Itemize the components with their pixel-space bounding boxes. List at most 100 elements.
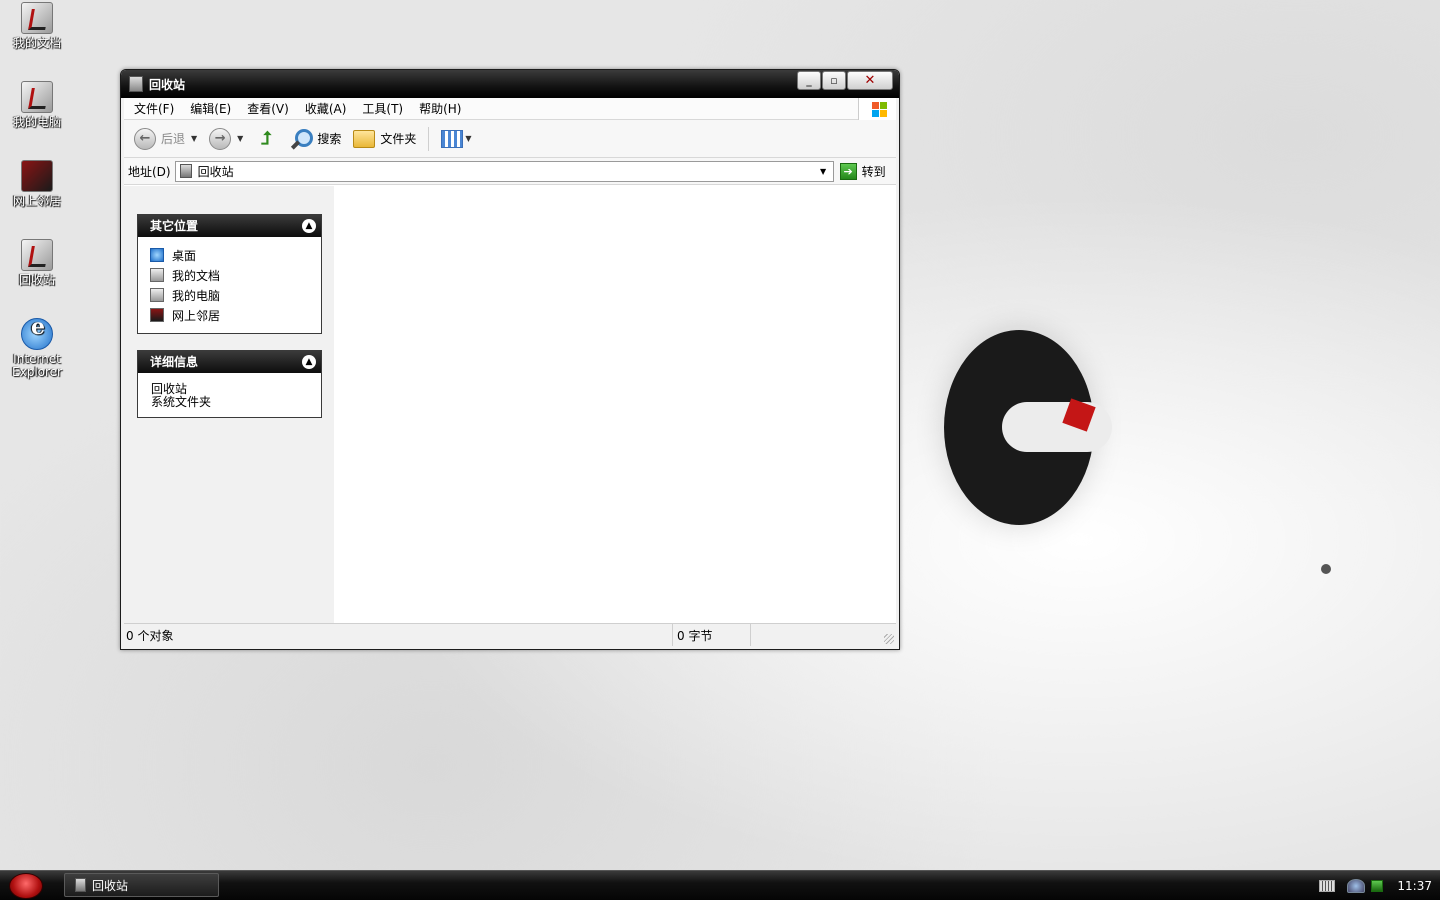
link-label: 网上邻居 (172, 308, 221, 323)
details-panel: 详细信息 ▲ 回收站 系统文件夹 (137, 350, 322, 418)
folders-label: 文件夹 (380, 132, 417, 146)
restore-button[interactable]: ▫ (822, 71, 846, 90)
resize-grip[interactable] (884, 634, 894, 644)
system-tray: 11:37 (1319, 871, 1440, 900)
taskbar: 回收站 11:37 (0, 870, 1440, 900)
keyboard-icon[interactable] (1319, 880, 1336, 892)
recycle-bin-icon (75, 878, 86, 892)
up-folder-icon: ⮥ (261, 127, 272, 149)
computer-icon (150, 288, 164, 302)
address-label: 地址(D) (128, 164, 171, 179)
chevron-down-icon[interactable]: ▼ (816, 163, 831, 180)
internet-explorer-icon (21, 318, 53, 350)
chevron-down-icon[interactable]: ▼ (237, 134, 243, 143)
status-bar: 0 个对象 0 字节 (124, 623, 896, 646)
forward-arrow-icon: → (209, 127, 232, 150)
details-type: 系统文件夹 (151, 395, 212, 409)
status-size: 0 字节 (673, 624, 751, 646)
menu-tools[interactable]: 工具(T) (354, 100, 411, 117)
desktop-icon-label: 我的电脑 (12, 115, 61, 129)
desktop-icon-internet-explorer[interactable]: Internet Explorer (6, 318, 68, 379)
link-label: 我的电脑 (172, 288, 221, 303)
back-arrow-icon: ← (134, 127, 156, 150)
folder-icon (353, 129, 376, 148)
recycle-bin-icon (21, 239, 53, 271)
details-body: 回收站 系统文件夹 (138, 373, 321, 417)
desktop-icon (150, 248, 164, 262)
status-object-count: 0 个对象 (124, 624, 673, 646)
back-button[interactable]: ← 后退 ▼ (134, 127, 197, 150)
network-icon (150, 308, 164, 322)
task-pane: 其它位置 ▲ 桌面 我的文档 我的电脑 网上邻居 详细信息 ▲ 回收站 系统文件… (124, 186, 334, 623)
computer-icon (21, 81, 53, 113)
other-places-header[interactable]: 其它位置 ▲ (138, 215, 321, 237)
details-header[interactable]: 详细信息 ▲ (138, 351, 321, 373)
window-title: 回收站 (149, 77, 186, 92)
folders-button[interactable]: 文件夹 (353, 129, 417, 148)
taskbar-item-recycle-bin[interactable]: 回收站 (64, 873, 219, 897)
toolbar-separator (428, 126, 430, 151)
chevron-down-icon[interactable]: ▼ (191, 134, 197, 143)
link-label: 桌面 (172, 248, 197, 263)
link-desktop[interactable]: 桌面 (150, 245, 309, 265)
go-button[interactable]: ➔ 转到 (839, 162, 886, 180)
address-bar: 地址(D) 回收站 ▼ ➔ 转到 (124, 158, 896, 185)
minimize-button[interactable]: _ (797, 71, 821, 90)
close-button[interactable]: ✕ (847, 71, 893, 90)
recycle-bin-window[interactable]: 回收站 _ ▫ ✕ 文件(F) 编辑(E) 查看(V) 收藏(A) 工具(T) … (120, 69, 900, 650)
address-input[interactable]: 回收站 ▼ (174, 160, 834, 182)
link-my-documents[interactable]: 我的文档 (150, 265, 309, 285)
chevron-up-icon[interactable]: ▲ (302, 355, 316, 369)
desktop-icon-recycle-bin[interactable]: 回收站 (6, 239, 68, 287)
recycle-bin-icon (129, 76, 143, 92)
window-frame: 文件(F) 编辑(E) 查看(V) 收藏(A) 工具(T) 帮助(H) ← 后退… (124, 98, 896, 646)
window-controls: _ ▫ ✕ (796, 71, 893, 90)
desktop-icon-my-computer[interactable]: 我的电脑 (6, 81, 68, 129)
views-button[interactable]: ▼ (435, 129, 472, 148)
menu-favorites[interactable]: 收藏(A) (297, 100, 355, 117)
other-places-title: 其它位置 (150, 219, 199, 233)
search-label: 搜索 (317, 132, 342, 146)
search-button[interactable]: 搜索 (289, 127, 341, 151)
desktop-icon-network[interactable]: 网上邻居 (6, 160, 68, 208)
connection-icon[interactable] (1371, 880, 1384, 892)
desktop-icon-label: Internet Explorer (12, 352, 62, 379)
link-my-computer[interactable]: 我的电脑 (150, 285, 309, 305)
clock[interactable]: 11:37 (1397, 879, 1432, 893)
wallpaper-logo (944, 330, 1112, 525)
menu-view[interactable]: 查看(V) (239, 100, 297, 117)
chevron-up-icon[interactable]: ▲ (302, 219, 316, 233)
details-title: 详细信息 (150, 355, 199, 369)
desktop-icon-my-documents[interactable]: 我的文档 (6, 2, 68, 50)
content-area: 其它位置 ▲ 桌面 我的文档 我的电脑 网上邻居 详细信息 ▲ 回收站 系统文件… (124, 186, 896, 623)
address-value: 回收站 (197, 164, 234, 179)
window-titlebar[interactable]: 回收站 _ ▫ ✕ (121, 70, 899, 98)
network-icon (21, 160, 53, 192)
back-label: 后退 (161, 132, 186, 146)
network-status-icon[interactable] (1347, 879, 1366, 893)
link-label: 我的文档 (172, 268, 221, 283)
go-arrow-icon: ➔ (839, 162, 857, 180)
link-network[interactable]: 网上邻居 (150, 305, 309, 325)
go-label: 转到 (861, 164, 886, 179)
menu-bar: 文件(F) 编辑(E) 查看(V) 收藏(A) 工具(T) 帮助(H) (124, 98, 896, 120)
menu-file[interactable]: 文件(F) (124, 100, 182, 117)
menu-edit[interactable]: 编辑(E) (182, 100, 239, 117)
up-folder-button[interactable]: ⮥ (255, 128, 277, 150)
file-list-pane[interactable] (334, 186, 896, 623)
menu-help[interactable]: 帮助(H) (411, 100, 469, 117)
recycle-bin-icon (179, 164, 192, 178)
windows-flag-icon (858, 98, 896, 120)
views-icon (441, 129, 464, 148)
forward-button[interactable]: → ▼ (209, 127, 243, 150)
chevron-down-icon[interactable]: ▼ (465, 134, 471, 143)
documents-icon (21, 2, 53, 34)
taskbar-item-label: 回收站 (92, 878, 129, 893)
wallpaper-dot (1321, 564, 1331, 574)
toolbar: ← 后退 ▼ → ▼ ⮥ 搜索 文件夹 ▼ (124, 120, 896, 158)
start-button[interactable] (9, 873, 43, 899)
search-icon (289, 127, 314, 151)
desktop-icon-label: 网上邻居 (12, 194, 61, 208)
other-places-list: 桌面 我的文档 我的电脑 网上邻居 (138, 237, 321, 333)
desktop-icon-label: 回收站 (18, 273, 55, 287)
